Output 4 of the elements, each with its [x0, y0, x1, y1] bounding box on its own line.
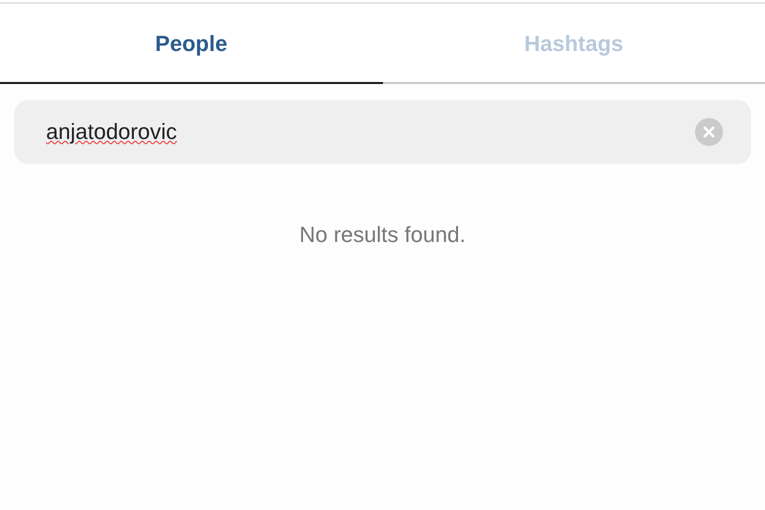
tab[interactable]: People: [0, 4, 382, 84]
search-field[interactable]: anjatodorovic: [14, 100, 751, 164]
clear-icon[interactable]: [695, 118, 723, 146]
empty-message: No results found.: [299, 221, 466, 249]
